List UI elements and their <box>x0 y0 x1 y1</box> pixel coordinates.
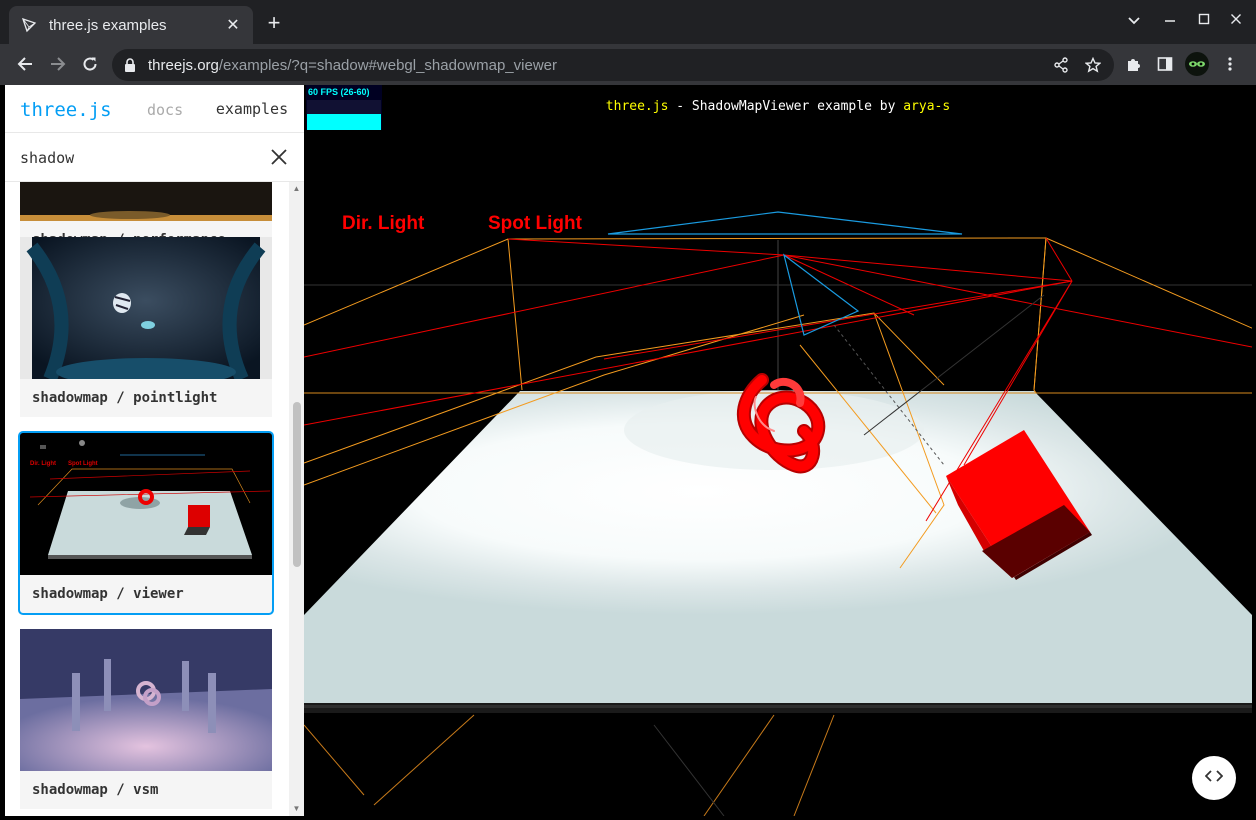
examples-sidebar: three.js docs examples shadowmap / perfo… <box>5 85 304 816</box>
tab-strip: three.js examples ✕ + <box>0 0 1256 44</box>
info-threejs-link[interactable]: three.js <box>606 99 669 114</box>
thumbnail-viewer: Dir. Light Spot Light <box>20 433 272 575</box>
extensions-puzzle-icon[interactable] <box>1121 51 1147 77</box>
example-card-viewer[interactable]: Dir. Light Spot Light shadowmap / viewer <box>18 431 274 615</box>
scroll-up-icon[interactable]: ▲ <box>292 184 301 193</box>
forward-arrow-icon[interactable] <box>45 51 71 77</box>
new-tab-icon[interactable]: + <box>262 12 286 36</box>
tab-search-icon[interactable] <box>1124 12 1144 29</box>
threejs-logo[interactable]: three.js <box>20 99 112 121</box>
reload-icon[interactable] <box>77 51 103 77</box>
view-source-button[interactable] <box>1192 756 1236 800</box>
maximize-icon[interactable] <box>1194 12 1214 29</box>
browser-menu-icon[interactable] <box>1217 51 1243 77</box>
nav-examples[interactable]: examples <box>201 85 303 133</box>
fps-graph-fill <box>307 114 381 130</box>
example-card-vsm[interactable]: shadowmap / vsm <box>20 629 272 809</box>
lock-icon <box>124 57 140 73</box>
back-arrow-icon[interactable] <box>12 51 38 77</box>
card-label: shadowmap / vsm <box>32 782 159 798</box>
url-host: threejs.org <box>148 56 219 74</box>
nav-docs[interactable]: docs <box>147 101 183 119</box>
scene-canvas[interactable] <box>304 85 1252 816</box>
thumbnail-pointlight <box>20 237 272 379</box>
dir-light-label: Dir. Light <box>342 213 425 234</box>
info-author-link[interactable]: arya-s <box>903 99 950 114</box>
browser-toolbar: threejs.org/examples/?q=shadow#webgl_sha… <box>0 44 1256 85</box>
example-card-pointlight[interactable]: shadowmap / pointlight <box>20 237 272 417</box>
card-label: shadowmap / pointlight <box>32 390 218 406</box>
close-window-icon[interactable] <box>1226 12 1246 29</box>
side-panel-icon[interactable] <box>1152 51 1178 77</box>
minimize-icon[interactable] <box>1160 12 1180 29</box>
search-input[interactable] <box>20 145 260 171</box>
info-text: - ShadowMapViewer example by <box>668 99 904 114</box>
url-path: /examples/?q=shadow#webgl_shadowmap_view… <box>218 56 557 74</box>
tab-close-icon[interactable]: ✕ <box>225 17 241 34</box>
bookmark-star-icon[interactable] <box>1080 52 1106 78</box>
thumbnail-performance <box>20 182 272 221</box>
address-bar[interactable]: threejs.org/examples/?q=shadow#webgl_sha… <box>112 49 1114 81</box>
scroll-down-icon[interactable]: ▼ <box>292 804 301 813</box>
sidebar-scrollbar[interactable]: ▲ ▼ <box>289 182 304 816</box>
card-label: shadowmap / viewer <box>32 586 184 602</box>
info-banner: three.js - ShadowMapViewer example by ar… <box>304 99 1252 114</box>
scrollbar-thumb[interactable] <box>293 402 301 567</box>
browser-tab[interactable]: three.js examples ✕ <box>9 6 253 44</box>
spot-light-label: Spot Light <box>488 213 582 234</box>
svg-text:Spot Light: Spot Light <box>68 461 98 467</box>
thumbnail-vsm <box>20 629 272 771</box>
nav-divider <box>5 132 304 133</box>
url-text: threejs.org/examples/?q=shadow#webgl_sha… <box>148 57 557 74</box>
code-brackets-icon <box>1204 769 1224 787</box>
webgl-viewport[interactable]: 60 FPS (26-60) three.js - ShadowMapViewe… <box>304 85 1252 816</box>
share-icon[interactable] <box>1048 52 1074 78</box>
threejs-favicon-icon <box>21 17 37 33</box>
examples-list: shadowmap / performance shadowmap / poin… <box>5 182 289 816</box>
fps-readout: 60 FPS (26-60) <box>308 87 370 97</box>
svg-text:Dir. Light: Dir. Light <box>30 461 56 467</box>
tab-title: three.js examples <box>49 16 167 34</box>
profile-avatar[interactable] <box>1184 51 1210 77</box>
clear-search-icon[interactable] <box>269 147 289 167</box>
